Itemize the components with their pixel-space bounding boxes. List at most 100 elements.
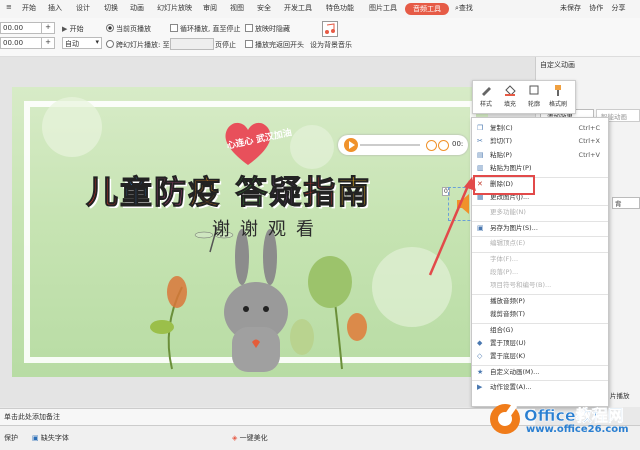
context-menu-label: 项目符号和编号(B)... bbox=[490, 281, 552, 290]
menu-transition[interactable]: 切换 bbox=[104, 3, 118, 13]
send-back-icon: ◇ bbox=[477, 352, 483, 361]
title-char: 指 bbox=[303, 173, 338, 212]
title-char: 防 bbox=[154, 173, 189, 212]
start-mode-select[interactable]: 自动 ▾ bbox=[62, 37, 102, 49]
context-menu: ❐ 复制(C) Ctrl+C ✂ 剪切(T) Ctrl+X ▤ 粘贴(P) Ctrl+V ▥ 粘贴为… bbox=[471, 117, 609, 407]
context-menu-item: 编辑顶点(E) bbox=[472, 237, 608, 249]
menu-view[interactable]: 视图 bbox=[230, 3, 244, 13]
menu-bar: ≡ 开始 插入 设计 切换 动画 幻灯片放映 审阅 视图 安全 开发工具 特色功… bbox=[0, 0, 640, 19]
menu-slideshow[interactable]: 幻灯片放映 bbox=[157, 3, 192, 13]
context-menu-item[interactable]: 播放音频(P) bbox=[472, 295, 608, 307]
menu-picture-tools[interactable]: 图片工具 bbox=[369, 3, 397, 13]
copy-icon: ❐ bbox=[477, 124, 484, 132]
context-menu-item[interactable]: ★ 自定义动画(M)... bbox=[472, 366, 608, 378]
menu-review[interactable]: 审阅 bbox=[203, 3, 217, 13]
rewind-icon[interactable] bbox=[426, 140, 437, 151]
menu-security[interactable]: 安全 bbox=[257, 3, 271, 13]
menu-insert[interactable]: 插入 bbox=[48, 3, 62, 13]
radio-current-page[interactable]: 当前页播放 bbox=[106, 24, 151, 34]
slide-subtitle: 谢谢观看 bbox=[212, 219, 324, 240]
menu-start[interactable]: 开始 bbox=[22, 3, 36, 13]
loop-checkbox[interactable]: 循环播放, 直至停止 bbox=[170, 24, 240, 34]
forward-icon[interactable] bbox=[438, 140, 449, 151]
context-menu-item[interactable]: ◆ 置于顶层(U) bbox=[472, 337, 608, 349]
menu-design[interactable]: 设计 bbox=[76, 3, 90, 13]
missing-font-button[interactable]: ▣ 缺失字体 bbox=[32, 433, 69, 443]
stop-page-field[interactable] bbox=[170, 38, 214, 50]
radio-icon bbox=[106, 40, 114, 48]
fill-button[interactable]: 填充 bbox=[499, 84, 521, 108]
context-menu-item[interactable]: ▣ 另存为图片(S)... bbox=[472, 222, 608, 234]
context-menu-item[interactable]: 裁剪音频(T) bbox=[472, 308, 608, 320]
context-menu-label: 剪切(T) bbox=[490, 137, 513, 146]
shortcut-label: Ctrl+C bbox=[578, 124, 600, 132]
fill-bucket-icon bbox=[505, 85, 516, 96]
context-menu-item[interactable]: 组合(G) bbox=[472, 324, 608, 336]
brush-icon bbox=[555, 85, 561, 96]
topbar-right: 未保存 协作 分享 bbox=[560, 3, 625, 13]
menu-icon[interactable]: ≡ bbox=[6, 3, 12, 11]
watermark-title: Office教程网 bbox=[524, 406, 624, 426]
context-menu-item[interactable]: ▤ 粘贴(P) Ctrl+V bbox=[472, 149, 608, 161]
bg-music-label[interactable]: 设为背景音乐 bbox=[310, 40, 352, 50]
office-logo bbox=[490, 403, 520, 434]
title-char: 疑 bbox=[269, 173, 304, 212]
context-menu-label: 粘贴为图片(P) bbox=[490, 164, 532, 173]
animation-icon: ★ bbox=[477, 367, 484, 376]
context-menu-item[interactable]: ◇ 置于底层(K) bbox=[472, 350, 608, 362]
play-icon: ▶ bbox=[62, 25, 68, 33]
slide-canvas[interactable]: 心连心 武汉加油 儿童防疫 答疑指南 谢谢观看 00: 0 bbox=[12, 87, 488, 377]
checkbox-icon bbox=[170, 24, 178, 32]
animation-list-item[interactable]: 背 bbox=[612, 197, 640, 209]
style-button[interactable]: 样式 bbox=[475, 84, 497, 108]
context-menu-label: 字体(F)... bbox=[490, 254, 519, 263]
context-menu-item[interactable]: ▶ 动作设置(A)... bbox=[472, 381, 608, 393]
red-arrow-annotation bbox=[428, 177, 476, 276]
context-menu-item[interactable]: ✂ 剪切(T) Ctrl+X bbox=[472, 135, 608, 147]
context-menu-label: 自定义动画(M)... bbox=[490, 367, 540, 376]
delete-highlight-box bbox=[473, 175, 535, 195]
menu-animation[interactable]: 动画 bbox=[130, 3, 144, 13]
sync-status[interactable]: 未保存 bbox=[560, 4, 581, 12]
fade-stepper-plus[interactable]: + bbox=[41, 37, 55, 49]
context-menu-label: 编辑顶点(E) bbox=[490, 239, 526, 248]
play-icon bbox=[349, 141, 355, 149]
context-menu-label: 粘贴(P) bbox=[490, 150, 512, 159]
collab-button[interactable]: 协作 bbox=[589, 4, 603, 12]
context-menu-label: 置于底层(K) bbox=[490, 352, 526, 361]
protect-status[interactable]: 保护 bbox=[4, 433, 18, 443]
outline-button[interactable]: 轮廓 bbox=[523, 84, 545, 108]
volume-stepper-plus[interactable]: + bbox=[41, 22, 55, 34]
radio-cross-slide[interactable]: 跨幻灯片播放: 至 bbox=[106, 40, 170, 50]
audio-progress-track[interactable] bbox=[360, 144, 420, 146]
volume-field[interactable]: 00.00 bbox=[0, 22, 42, 34]
fade-field[interactable]: 00.00 bbox=[0, 37, 42, 49]
play-button[interactable] bbox=[344, 138, 358, 152]
context-menu-item: 段落(P)... bbox=[472, 266, 608, 278]
context-menu-label: 另存为图片(S)... bbox=[490, 223, 538, 232]
title-char: 童 bbox=[120, 173, 155, 212]
title-char: 南 bbox=[337, 173, 372, 212]
search-button[interactable]: ⌕查找 bbox=[455, 3, 473, 13]
background-music-icon[interactable] bbox=[322, 21, 338, 37]
menu-features[interactable]: 特色功能 bbox=[326, 3, 354, 13]
context-menu-label: 段落(P)... bbox=[490, 268, 519, 276]
notes-pane[interactable]: 单击此处添加备注 bbox=[0, 408, 535, 425]
paste-icon: ▤ bbox=[477, 150, 484, 159]
pen-icon bbox=[482, 87, 491, 96]
rewind-checkbox[interactable]: 播放完返回开头 bbox=[245, 40, 304, 50]
floating-format-toolbar: 样式 填充 轮廓 格式刷 bbox=[472, 80, 576, 114]
hide-checkbox[interactable]: 放映时隐藏 bbox=[245, 24, 290, 34]
slide-title: 儿童防疫 答疑指南 bbox=[85, 167, 372, 213]
context-menu-item: 项目符号和编号(B)... bbox=[472, 279, 608, 291]
beautify-button[interactable]: ◈ 一键美化 bbox=[232, 433, 268, 443]
format-painter-button[interactable]: 格式刷 bbox=[547, 84, 569, 108]
tab-audio-tools[interactable]: 音频工具 bbox=[405, 3, 449, 15]
context-menu-item[interactable]: ▥ 粘贴为图片(P) bbox=[472, 162, 608, 174]
chevron-down-icon: ▾ bbox=[95, 38, 99, 46]
shortcut-label: Ctrl+V bbox=[578, 150, 600, 159]
context-menu-label: 组合(G) bbox=[490, 325, 514, 334]
menu-devtools[interactable]: 开发工具 bbox=[284, 3, 312, 13]
share-button[interactable]: 分享 bbox=[611, 4, 625, 12]
context-menu-item[interactable]: ❐ 复制(C) Ctrl+C bbox=[472, 122, 608, 134]
